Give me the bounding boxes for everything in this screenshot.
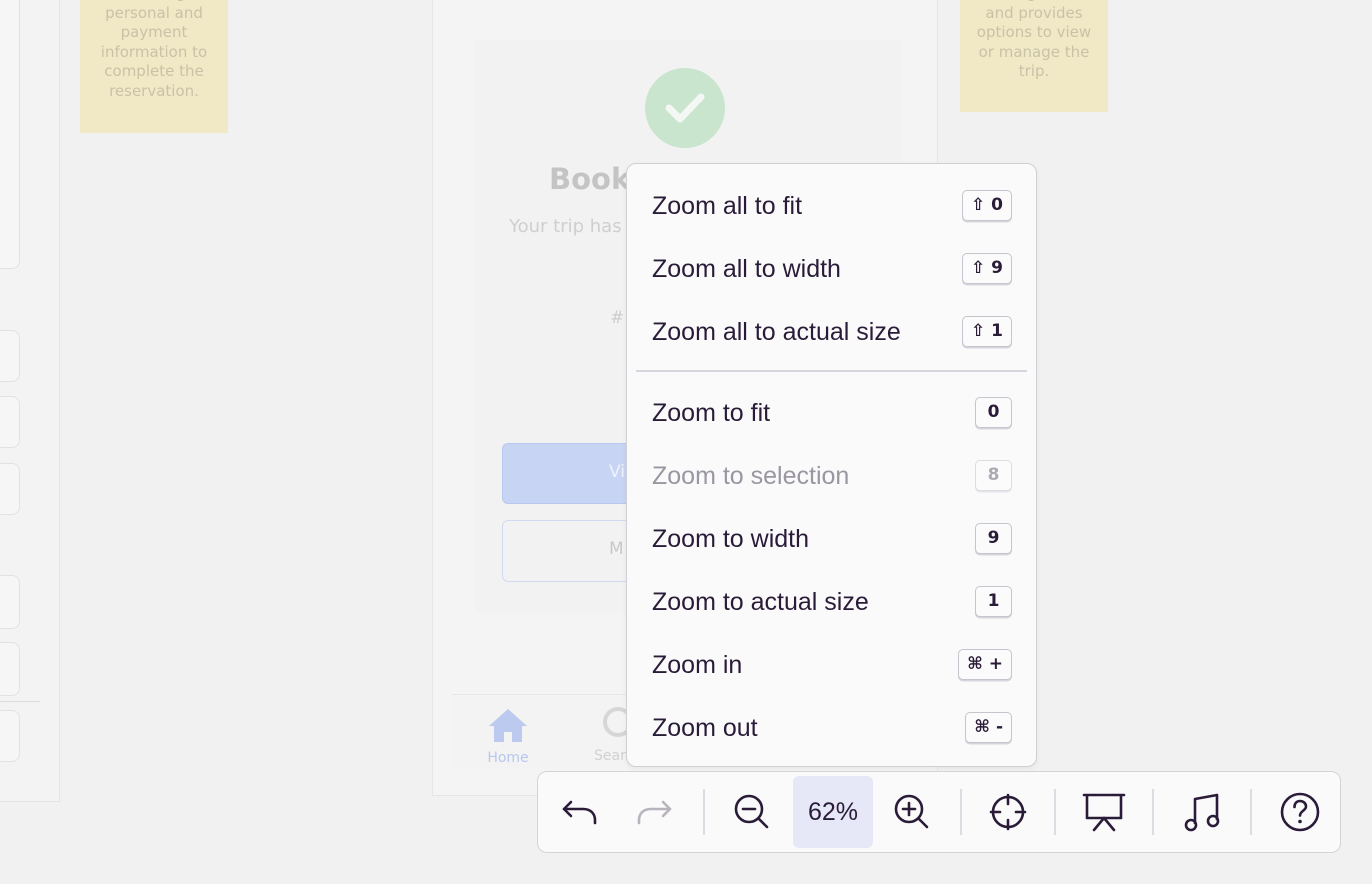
help-icon <box>1280 792 1320 831</box>
zoom-menu: Zoom all to fit ⇧ 0 Zoom all to width ⇧ … <box>626 163 1037 767</box>
toolbar-divider <box>1054 789 1056 835</box>
music-icon <box>1184 793 1220 831</box>
presentation-icon <box>1082 793 1126 831</box>
zoom-out-icon <box>734 794 769 828</box>
menu-item-label: Zoom to selection <box>652 462 850 490</box>
home-icon <box>489 709 527 742</box>
center-view-button[interactable] <box>980 772 1036 851</box>
menu-item-label: Zoom all to actual size <box>652 318 901 346</box>
nav-home-label: Home <box>487 750 529 766</box>
shortcut-badge: 8 <box>975 460 1012 491</box>
menu-item-zoom-all-to-width[interactable]: Zoom all to width ⇧ 9 <box>627 244 1036 292</box>
menu-item-label: Zoom to fit <box>652 399 771 427</box>
menu-item-label: Zoom in <box>652 651 743 679</box>
manage-booking-button-label: M <box>609 539 624 559</box>
menu-item-label: Zoom all to fit <box>652 192 803 220</box>
menu-item-zoom-out[interactable]: Zoom out ⌘ - <box>627 703 1036 751</box>
zoom-toolbar: 62% <box>537 771 1341 853</box>
menu-item-zoom-all-to-fit[interactable]: Zoom all to fit ⇧ 0 <box>627 181 1036 229</box>
help-button[interactable] <box>1272 772 1328 851</box>
zoom-in-icon <box>894 794 929 828</box>
menu-item-label: Zoom out <box>652 714 758 742</box>
confirmation-subtitle: Your trip has <box>509 216 622 237</box>
shortcut-badge: ⇧ 0 <box>962 190 1012 221</box>
success-check-icon <box>645 68 725 148</box>
center-target-icon <box>989 793 1027 830</box>
shortcut-badge: 0 <box>975 397 1012 428</box>
menu-item-zoom-to-width[interactable]: Zoom to width 9 <box>627 514 1036 562</box>
left-frame-field <box>0 575 20 629</box>
nav-home[interactable]: Home <box>486 706 530 766</box>
sticky-note-text: booking details and provides options to … <box>976 0 1092 80</box>
confirmation-title: Book <box>549 162 631 196</box>
left-frame-field <box>0 330 20 382</box>
left-frame-divider <box>0 701 40 702</box>
undo-button[interactable] <box>551 772 607 851</box>
zoom-out-button[interactable] <box>724 772 780 851</box>
view-booking-button-label: Vi <box>609 462 625 482</box>
menu-item-label: Zoom to width <box>652 525 810 553</box>
shortcut-badge: ⇧ 1 <box>962 316 1012 347</box>
undo-icon <box>562 800 597 824</box>
left-frame-field <box>0 642 20 696</box>
left-frame-field <box>0 396 20 448</box>
menu-item-label: Zoom all to width <box>652 255 841 283</box>
menu-item-zoom-to-actual-size[interactable]: Zoom to actual size 1 <box>627 577 1036 625</box>
confirmation-number: # <box>610 308 625 328</box>
presentation-button[interactable] <box>1076 772 1132 851</box>
redo-icon <box>637 800 672 824</box>
sticky-note[interactable]: booking details and provides options to … <box>960 0 1108 112</box>
nav-search-label: Sear <box>594 748 626 764</box>
toolbar-divider <box>1250 789 1252 835</box>
left-frame-field <box>0 463 20 515</box>
menu-item-zoom-to-fit[interactable]: Zoom to fit 0 <box>627 388 1036 436</box>
music-button[interactable] <box>1174 772 1230 851</box>
menu-item-zoom-to-selection: Zoom to selection 8 <box>627 451 1036 499</box>
zoom-level-button[interactable]: 62% <box>793 776 873 848</box>
left-frame-field <box>0 710 20 762</box>
left-frame-card <box>0 0 20 269</box>
toolbar-divider <box>1152 789 1154 835</box>
sticky-note[interactable]: entering personal and payment informatio… <box>80 0 228 133</box>
redo-button[interactable] <box>627 772 683 851</box>
shortcut-badge: 9 <box>975 523 1012 554</box>
shortcut-badge: ⌘ - <box>965 712 1012 743</box>
menu-item-zoom-all-to-actual-size[interactable]: Zoom all to actual size ⇧ 1 <box>627 307 1036 355</box>
menu-item-label: Zoom to actual size <box>652 588 869 616</box>
whiteboard-canvas[interactable]: e ) s tel entering personal and payment … <box>0 0 1372 884</box>
zoom-in-button[interactable] <box>884 772 940 851</box>
menu-divider <box>636 370 1027 372</box>
toolbar-divider <box>703 789 705 835</box>
shortcut-badge: 1 <box>975 586 1012 617</box>
sticky-note-text: entering personal and payment informatio… <box>100 0 208 100</box>
shortcut-badge: ⇧ 9 <box>962 253 1012 284</box>
menu-item-zoom-in[interactable]: Zoom in ⌘ + <box>627 640 1036 688</box>
toolbar-divider <box>960 789 962 835</box>
shortcut-badge: ⌘ + <box>958 649 1012 680</box>
